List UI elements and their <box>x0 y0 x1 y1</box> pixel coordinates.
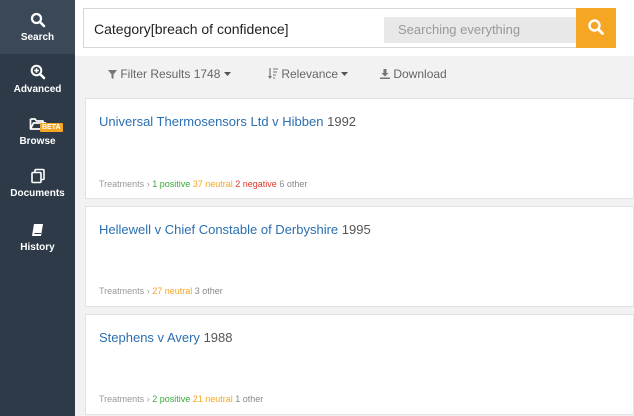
result-card: Universal Thermosensors Ltd v Hibben 199… <box>85 98 634 199</box>
sidebar-item-browse[interactable]: BETA Browse <box>0 112 75 160</box>
sidebar-item-label: Search <box>20 32 55 43</box>
filter-icon <box>108 70 117 79</box>
search-icon <box>588 19 604 35</box>
result-title: Hellewell v Chief Constable of Derbyshir… <box>99 222 371 237</box>
other-count: 6 other <box>279 179 308 189</box>
other-count: 3 other <box>194 286 223 296</box>
search-box: Searching everything <box>83 8 584 48</box>
treatments-label: Treatments <box>99 286 145 296</box>
negative-count: 2 negative <box>235 179 277 189</box>
book-icon <box>31 224 43 236</box>
sidebar-item-label: Advanced <box>13 84 62 95</box>
search-input[interactable] <box>94 18 364 40</box>
positive-count: 1 positive <box>152 179 191 189</box>
treatments-summary[interactable]: Treatments › 2 positive 21 neutral 1 oth… <box>99 394 263 404</box>
treatments-label: Treatments <box>99 394 145 404</box>
sort-icon <box>268 68 278 79</box>
relevance-sort-dropdown[interactable]: Relevance <box>268 67 349 81</box>
positive-count: 2 positive <box>152 394 191 404</box>
search-scope[interactable]: Searching everything <box>384 17 581 43</box>
sidebar-item-label: Browse <box>19 136 56 147</box>
filter-bar: Filter Results 1748 Relevance Download <box>75 56 634 94</box>
sidebar-item-history[interactable]: History <box>0 218 75 264</box>
sidebar-item-advanced[interactable]: Advanced <box>0 60 75 106</box>
case-link[interactable]: Hellewell v Chief Constable of Derbyshir… <box>99 222 338 237</box>
result-card: Stephens v Avery 1988 Treatments › 2 pos… <box>85 314 634 415</box>
sidebar-item-label: Documents <box>10 188 65 199</box>
neutral-count: 27 neutral <box>152 286 193 296</box>
beta-badge: BETA <box>40 123 63 132</box>
sidebar-item-label: History <box>20 242 55 253</box>
caret-down-icon <box>223 72 231 76</box>
result-title: Universal Thermosensors Ltd v Hibben 199… <box>99 114 356 129</box>
case-link[interactable]: Stephens v Avery <box>99 330 200 345</box>
filter-results-dropdown[interactable]: Filter Results 1748 <box>108 67 231 81</box>
case-year: 1992 <box>327 114 357 129</box>
case-year: 1995 <box>341 222 371 237</box>
case-link[interactable]: Universal Thermosensors Ltd v Hibben <box>99 114 323 129</box>
neutral-count: 21 neutral <box>192 394 233 404</box>
treatments-summary[interactable]: Treatments › 27 neutral 3 other <box>99 286 223 296</box>
result-title: Stephens v Avery 1988 <box>99 330 232 345</box>
treatments-label: Treatments <box>99 179 145 189</box>
search-button[interactable] <box>576 8 616 48</box>
other-count: 1 other <box>235 394 264 404</box>
download-icon <box>380 69 390 79</box>
sidebar-item-documents[interactable]: Documents <box>0 164 75 210</box>
filter-results-label: Filter Results 1748 <box>120 67 221 81</box>
treatments-summary[interactable]: Treatments › 1 positive 37 neutral 2 neg… <box>99 179 307 189</box>
search-bar: Searching everything <box>75 0 634 56</box>
neutral-count: 37 neutral <box>192 179 233 189</box>
documents-icon <box>30 168 45 184</box>
result-card: Hellewell v Chief Constable of Derbyshir… <box>85 206 634 307</box>
case-year: 1988 <box>203 330 233 345</box>
download-button[interactable]: Download <box>380 67 447 81</box>
sidebar-item-search[interactable]: Search <box>0 0 75 54</box>
zoom-plus-icon <box>30 64 45 80</box>
sidebar: Search Advanced BETA Browse Documents Hi… <box>0 0 75 416</box>
download-label: Download <box>393 67 447 81</box>
relevance-label: Relevance <box>281 67 339 81</box>
search-icon <box>30 12 45 28</box>
caret-down-icon <box>341 72 349 76</box>
